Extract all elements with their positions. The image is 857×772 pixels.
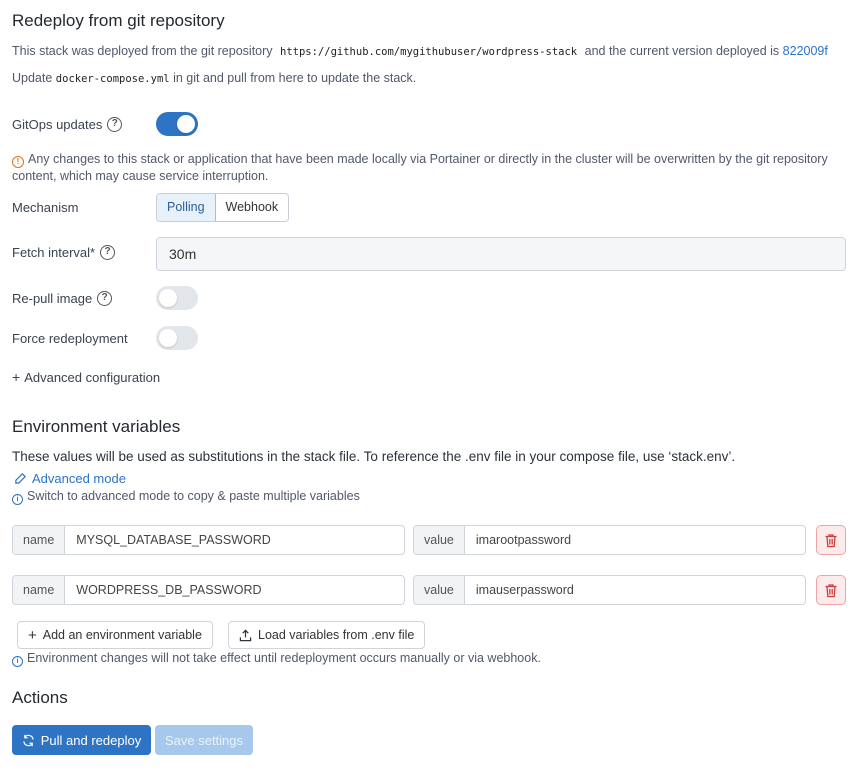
env-variable-row: name MYSQL_DATABASE_PASSWORD value imaro… (12, 525, 846, 555)
toggle-knob (159, 289, 177, 307)
env-value-input[interactable]: imauserpassword (465, 576, 574, 604)
env-note-text: Environment changes will not take effect… (27, 651, 541, 665)
repull-label-text: Re-pull image (12, 291, 93, 306)
add-env-variable-label: Add an environment variable (42, 628, 202, 642)
value-addon: value (414, 576, 465, 604)
mechanism-option-webhook[interactable]: Webhook (216, 194, 289, 221)
load-env-file-label: Load variables from .env file (258, 628, 415, 642)
env-note: i Environment changes will not take effec… (12, 651, 541, 667)
env-name-group[interactable]: name MYSQL_DATABASE_PASSWORD (12, 525, 405, 555)
mechanism-selector: Polling Webhook (156, 193, 290, 222)
env-value-input[interactable]: imarootpassword (465, 526, 571, 554)
delete-variable-button[interactable] (816, 525, 846, 555)
trash-icon (825, 583, 837, 597)
deployed-text: This stack was deployed from the git rep… (12, 44, 273, 58)
load-env-file-button[interactable]: Load variables from .env file (228, 621, 426, 649)
commit-link[interactable]: 822009f (783, 44, 828, 58)
force-toggle[interactable] (156, 326, 198, 350)
help-icon[interactable]: ? (107, 117, 123, 132)
trash-icon (825, 533, 837, 547)
update-text: Update (12, 71, 53, 85)
warning-icon: ! (12, 156, 24, 168)
upload-icon (239, 629, 252, 641)
env-variable-row: name WORDPRESS_DB_PASSWORD value imauser… (12, 575, 846, 605)
name-addon: name (13, 526, 66, 554)
fetch-interval-label-text: Fetch interval* (12, 245, 96, 260)
env-value-group[interactable]: value imarootpassword (413, 525, 806, 555)
compose-file-name: docker-compose.yml (55, 73, 170, 85)
env-name-input[interactable]: WORDPRESS_DB_PASSWORD (65, 576, 261, 604)
env-name-input[interactable]: MYSQL_DATABASE_PASSWORD (65, 526, 271, 554)
gitops-warning: ! Any changes to this stack or applicatio… (12, 151, 832, 184)
toggle-knob (159, 329, 177, 347)
mechanism-option-polling[interactable]: Polling (157, 194, 216, 221)
toggle-knob (177, 115, 195, 133)
env-name-group[interactable]: name WORDPRESS_DB_PASSWORD (12, 575, 405, 605)
redeploy-title: Redeploy from git repository (12, 11, 225, 30)
plus-icon: + (12, 369, 21, 385)
save-settings-button[interactable]: Save settings (155, 725, 253, 755)
advanced-mode-hint-text: Switch to advanced mode to copy & paste … (27, 489, 360, 503)
help-icon[interactable]: ? (100, 245, 116, 260)
update-text-2: in git and pull from here to update the … (173, 71, 417, 85)
env-description: These values will be used as substitutio… (12, 449, 736, 464)
advanced-config-label: Advanced configuration (24, 370, 161, 385)
advanced-config-link[interactable]: + Advanced configuration (12, 369, 160, 385)
advanced-mode-button[interactable]: Advanced mode (14, 471, 126, 486)
pull-and-redeploy-label: Pull and redeploy (40, 732, 142, 748)
deployed-text-2: and the current version deployed is (584, 44, 780, 58)
mechanism-label: Mechanism (12, 200, 79, 215)
info-icon: i (12, 494, 23, 505)
value-addon: value (414, 526, 465, 554)
repull-label: Re-pull image ? (12, 291, 113, 306)
edit-icon (15, 473, 26, 484)
fetch-interval-input[interactable]: 30m (156, 237, 846, 271)
env-value-group[interactable]: value imauserpassword (413, 575, 806, 605)
name-addon: name (13, 576, 66, 604)
gitops-toggle[interactable] (156, 112, 198, 136)
actions-title: Actions (12, 688, 68, 707)
fetch-interval-label: Fetch interval* ? (12, 245, 116, 260)
force-label: Force redeployment (12, 331, 128, 346)
repull-toggle[interactable] (156, 286, 198, 310)
advanced-mode-label: Advanced mode (32, 471, 126, 486)
deployed-info: This stack was deployed from the git rep… (12, 44, 828, 58)
env-title: Environment variables (12, 417, 181, 436)
help-icon[interactable]: ? (97, 291, 113, 306)
gitops-label: GitOps updates ? (12, 117, 123, 132)
gitops-warning-text: Any changes to this stack or application… (12, 152, 828, 183)
info-icon: i (12, 656, 23, 667)
update-info: Update docker-compose.yml in git and pul… (12, 71, 416, 85)
add-env-variable-button[interactable]: + Add an environment variable (17, 621, 213, 649)
advanced-mode-hint: i Switch to advanced mode to copy & paste… (12, 489, 360, 505)
plus-icon: + (28, 626, 37, 644)
refresh-icon (23, 734, 34, 746)
pull-and-redeploy-button[interactable]: Pull and redeploy (12, 725, 151, 755)
delete-variable-button[interactable] (816, 575, 846, 605)
repo-url: https://github.com/mygithubuser/wordpres… (280, 46, 578, 58)
gitops-label-text: GitOps updates (12, 117, 103, 132)
